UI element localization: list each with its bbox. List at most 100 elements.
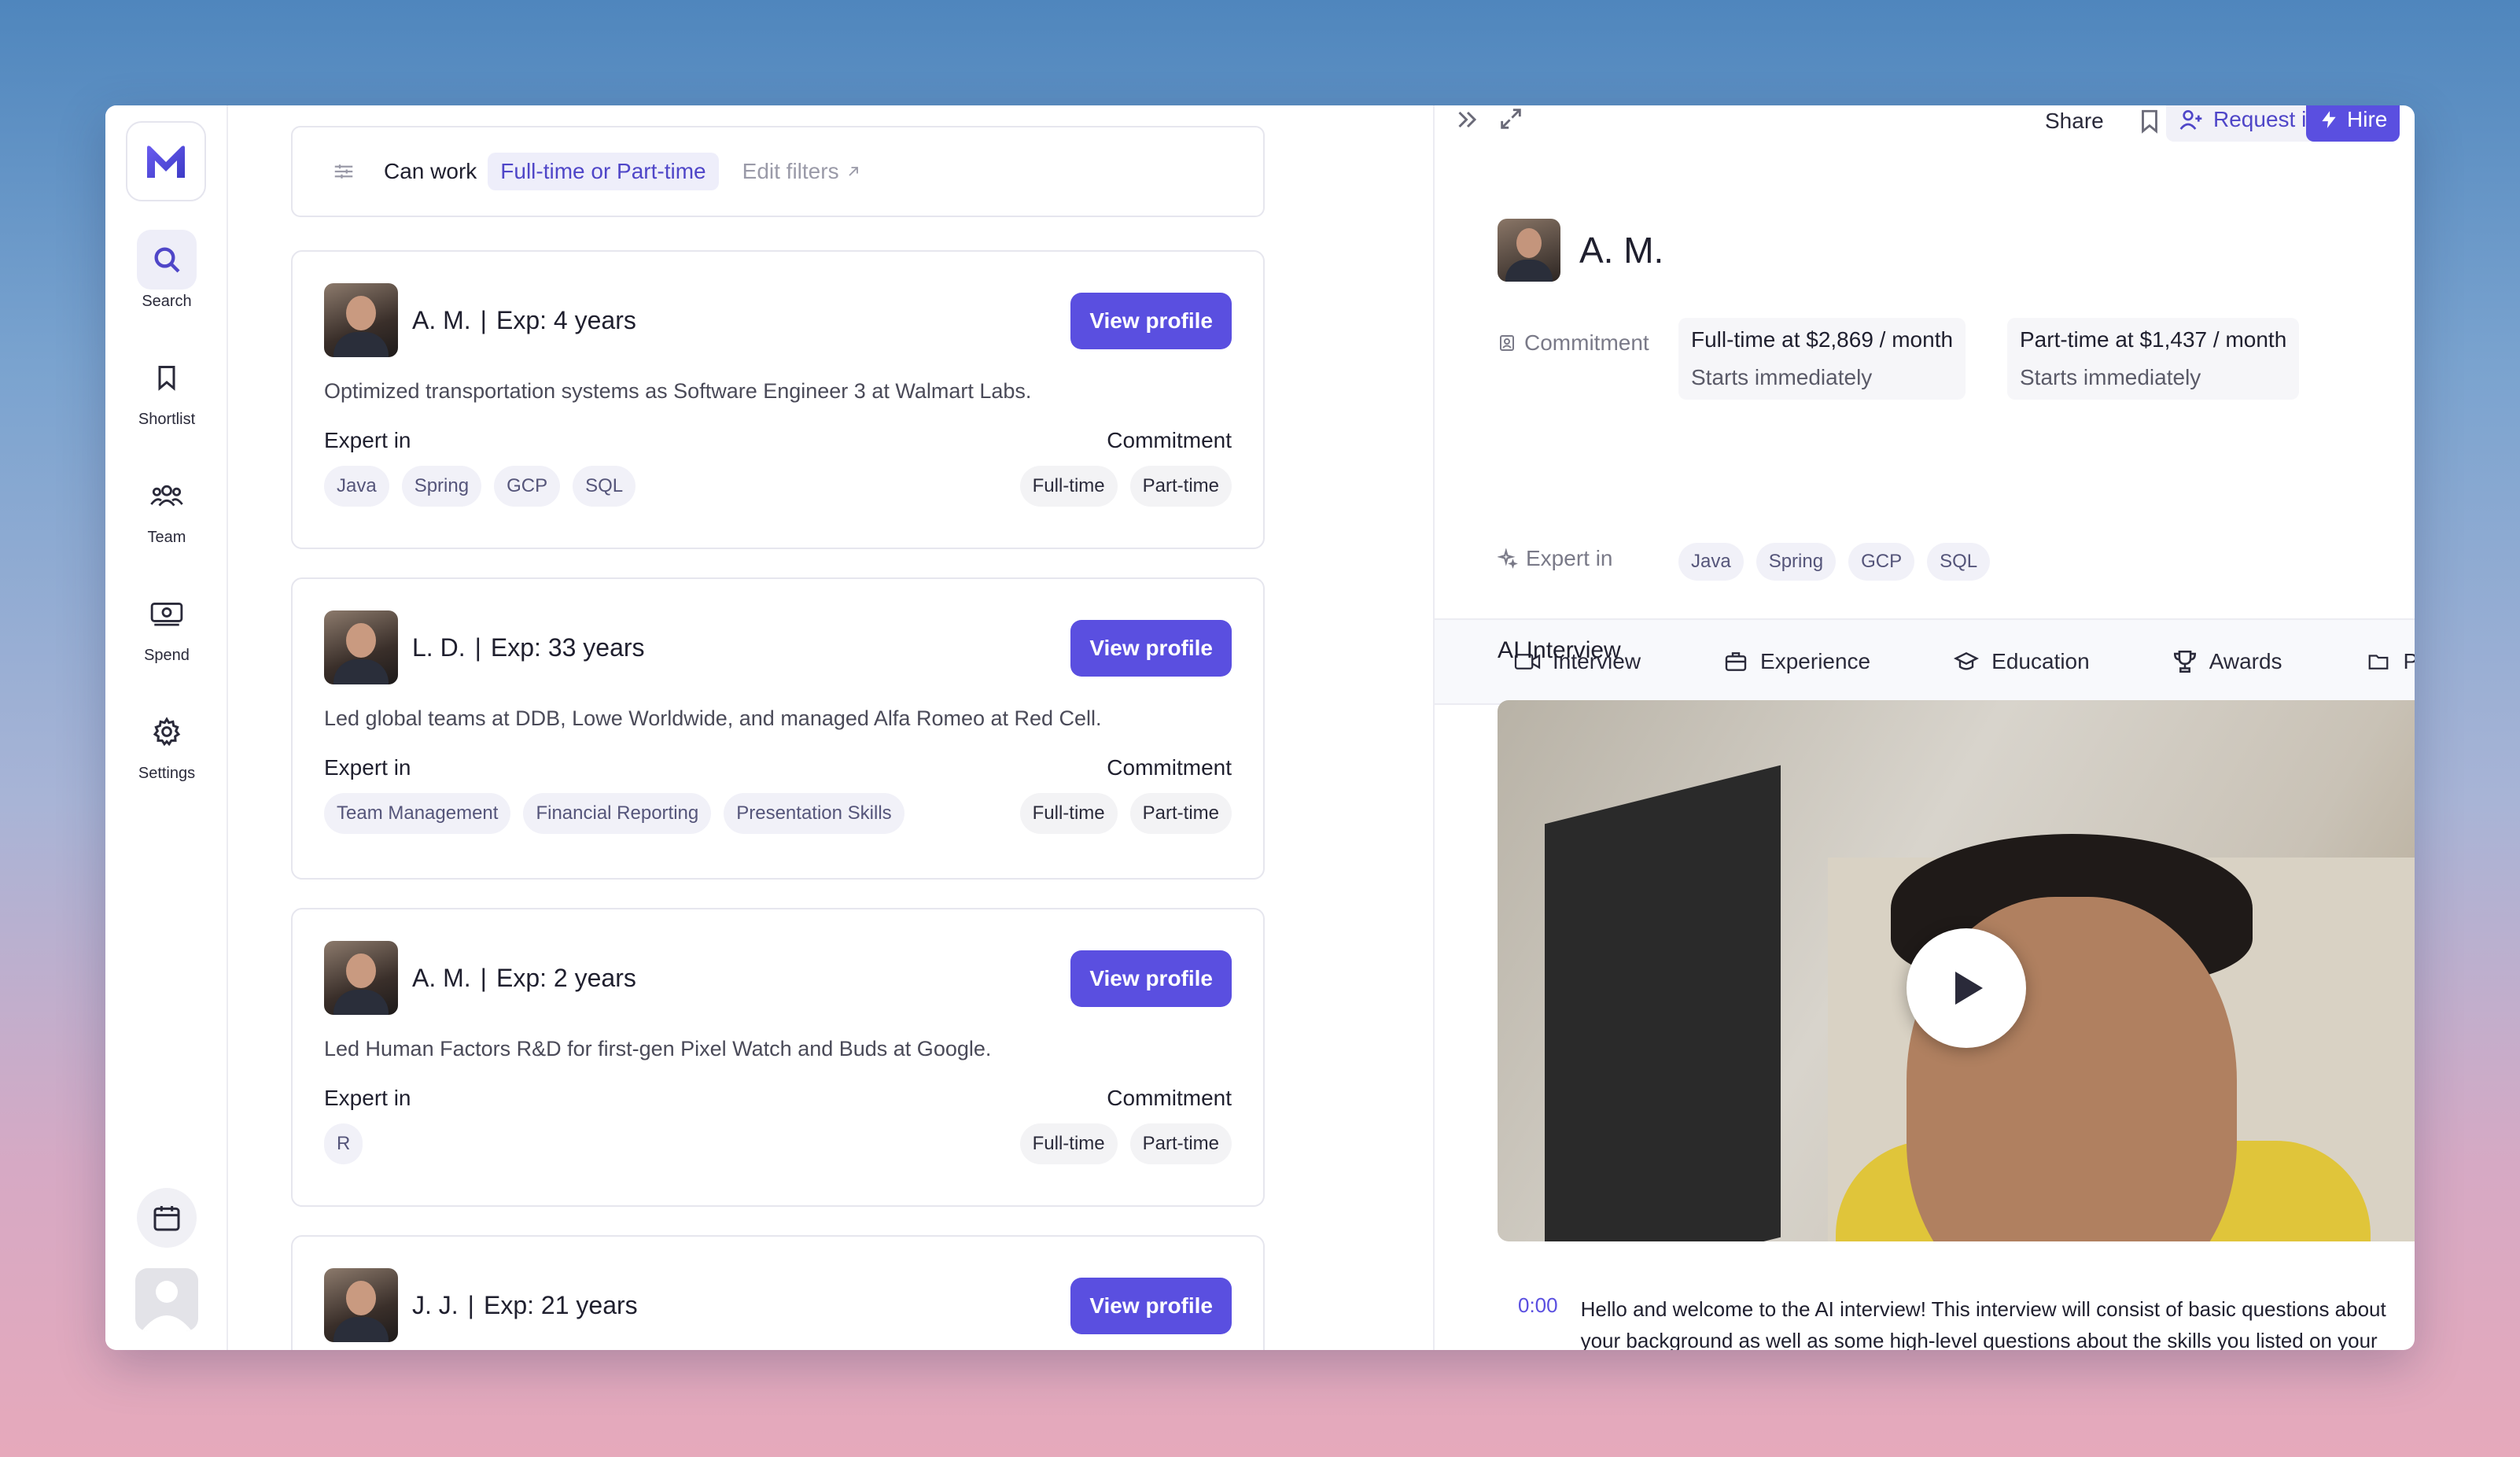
filter-bar: Can work Full-time or Part-time Edit fil… xyxy=(291,126,1265,217)
briefcase-icon xyxy=(1725,652,1747,671)
sidebar-item-settings[interactable]: Settings xyxy=(105,702,228,783)
commitment-label: Commitment xyxy=(1107,428,1232,452)
skill-tag: Java xyxy=(1678,543,1744,581)
commitment-tag: Part-time xyxy=(1129,1123,1232,1164)
calendar-icon xyxy=(153,1206,180,1231)
candidate-card[interactable]: J. J. | Exp: 21 years View profile xyxy=(291,1235,1265,1350)
skill-tag: Spring xyxy=(1756,543,1837,581)
commitment-list: Full-time Part-time xyxy=(1019,466,1232,507)
sidebar-item-search[interactable]: Search xyxy=(105,230,228,311)
candidate-card[interactable]: L. D. | Exp: 33 years View profile Led g… xyxy=(291,577,1265,880)
sidebar-item-spend[interactable]: Spend xyxy=(105,584,228,665)
edit-filters-label: Edit filters xyxy=(742,159,839,183)
sidebar: Search Shortlist Team Spend Settings xyxy=(105,105,228,1350)
expert-in-label: Expert in xyxy=(324,755,411,780)
commitment-tag: Full-time xyxy=(1019,466,1118,507)
search-icon xyxy=(137,230,197,290)
commitment-tag: Part-time xyxy=(1129,793,1232,834)
skill-list: Team Management Financial Reporting Pres… xyxy=(324,793,904,834)
interview-video[interactable] xyxy=(1498,700,2415,1241)
badge-icon xyxy=(1500,335,1514,351)
collapse-panel-icon[interactable] xyxy=(1453,105,1482,134)
tab-education[interactable]: Education xyxy=(1952,649,2090,674)
separator: | xyxy=(480,305,487,334)
filter-value-chip[interactable]: Full-time or Part-time xyxy=(488,153,719,190)
gear-icon xyxy=(137,702,197,762)
profile-detail-panel: Share Request intro Hire A. M. Commitmen… xyxy=(1435,105,2415,1350)
sidebar-item-shortlist[interactable]: Shortlist xyxy=(105,348,228,429)
play-button[interactable] xyxy=(1907,928,2026,1048)
candidate-avatar xyxy=(324,610,398,684)
view-profile-button[interactable]: View profile xyxy=(1070,293,1232,349)
view-profile-button[interactable]: View profile xyxy=(1070,950,1232,1007)
tab-projects[interactable]: Proje xyxy=(2364,649,2415,674)
separator: | xyxy=(467,1290,474,1319)
candidate-experience: Exp: 2 years xyxy=(496,963,636,992)
transcript-entry: 0:00 Hello and welcome to the AI intervi… xyxy=(1498,1293,2415,1350)
sidebar-item-team[interactable]: Team xyxy=(105,466,228,547)
commitment-row-label: Commitment xyxy=(1498,330,1649,356)
user-avatar[interactable] xyxy=(135,1268,198,1331)
skill-tag: GCP xyxy=(494,466,561,507)
candidate-experience: Exp: 21 years xyxy=(483,1290,638,1319)
candidate-card[interactable]: A. M. | Exp: 4 years View profile Optimi… xyxy=(291,250,1265,549)
skill-tag: Presentation Skills xyxy=(724,793,904,834)
edit-filters-link[interactable]: Edit filters xyxy=(742,159,861,184)
commitment-list: Full-time Part-time xyxy=(1019,1123,1232,1164)
tab-awards[interactable]: Awards xyxy=(2172,648,2282,675)
tab-experience[interactable]: Experience xyxy=(1722,649,1870,674)
bookmark-icon xyxy=(137,348,197,408)
money-icon xyxy=(137,584,197,644)
candidate-header: L. D. | Exp: 33 years xyxy=(324,610,645,684)
hire-button[interactable]: Hire xyxy=(2306,105,2400,142)
filter-icon[interactable] xyxy=(332,160,356,183)
commitment-option: Full-time at $2,869 / month Starts immed… xyxy=(1678,318,1966,400)
sidebar-item-label: Shortlist xyxy=(138,411,196,428)
skill-tag: Financial Reporting xyxy=(523,793,712,834)
candidate-name: A. M. xyxy=(412,963,471,992)
sidebar-item-label: Spend xyxy=(144,647,190,664)
candidate-name: J. J. xyxy=(412,1290,459,1319)
commitment-option: Part-time at $1,437 / month Starts immed… xyxy=(2007,318,2300,400)
transcript-timestamp[interactable]: 0:00 xyxy=(1498,1293,1581,1350)
view-profile-button[interactable]: View profile xyxy=(1070,1278,1232,1334)
separator: | xyxy=(474,633,481,662)
app-logo[interactable] xyxy=(126,121,206,201)
candidate-header: J. J. | Exp: 21 years xyxy=(324,1268,638,1342)
commitment-tag: Part-time xyxy=(1129,466,1232,507)
arrow-up-right-icon xyxy=(848,167,858,176)
view-profile-button[interactable]: View profile xyxy=(1070,620,1232,677)
bookmark-icon[interactable] xyxy=(2136,105,2163,137)
commitment-start: Starts immediately xyxy=(2020,365,2201,389)
logo-icon xyxy=(147,146,185,178)
graduation-cap-icon xyxy=(1954,651,1980,670)
skill-list: Java Spring GCP SQL xyxy=(324,466,636,507)
detail-topbar: Share Request intro Hire xyxy=(1435,105,2415,146)
section-title: AI Interview xyxy=(1498,637,1621,663)
sparkle-icon xyxy=(1498,548,1518,569)
candidate-experience: Exp: 4 years xyxy=(496,305,636,334)
candidate-card[interactable]: A. M. | Exp: 2 years View profile Led Hu… xyxy=(291,908,1265,1207)
skill-tag: SQL xyxy=(573,466,636,507)
expand-icon[interactable] xyxy=(1498,105,1524,132)
commitment-title: Full-time at $2,869 / month xyxy=(1691,327,1954,352)
candidate-experience: Exp: 33 years xyxy=(490,633,645,662)
calendar-button[interactable] xyxy=(137,1188,197,1248)
sidebar-item-label: Team xyxy=(147,529,186,546)
candidate-name: L. D. xyxy=(412,633,466,662)
commitment-list: Full-time Part-time xyxy=(1019,793,1232,834)
candidate-header: A. M. | Exp: 4 years xyxy=(324,283,636,357)
candidate-avatar xyxy=(324,941,398,1015)
expert-in-label: Expert in xyxy=(324,1086,411,1110)
app-window: Search Shortlist Team Spend Settings Can… xyxy=(105,105,2415,1350)
commitment-label: Commitment xyxy=(1107,1086,1232,1110)
expert-row-label: Expert in xyxy=(1498,546,1613,571)
share-button[interactable]: Share xyxy=(2045,109,2104,134)
skill-tag: R xyxy=(324,1123,363,1164)
team-icon xyxy=(137,466,197,526)
tab-label: Awards xyxy=(2209,649,2282,673)
candidate-description: Optimized transportation systems as Soft… xyxy=(324,379,1032,403)
sidebar-item-label: Settings xyxy=(138,765,196,782)
commitment-label: Commitment xyxy=(1524,330,1649,355)
profile-name: A. M. xyxy=(1579,230,1664,271)
